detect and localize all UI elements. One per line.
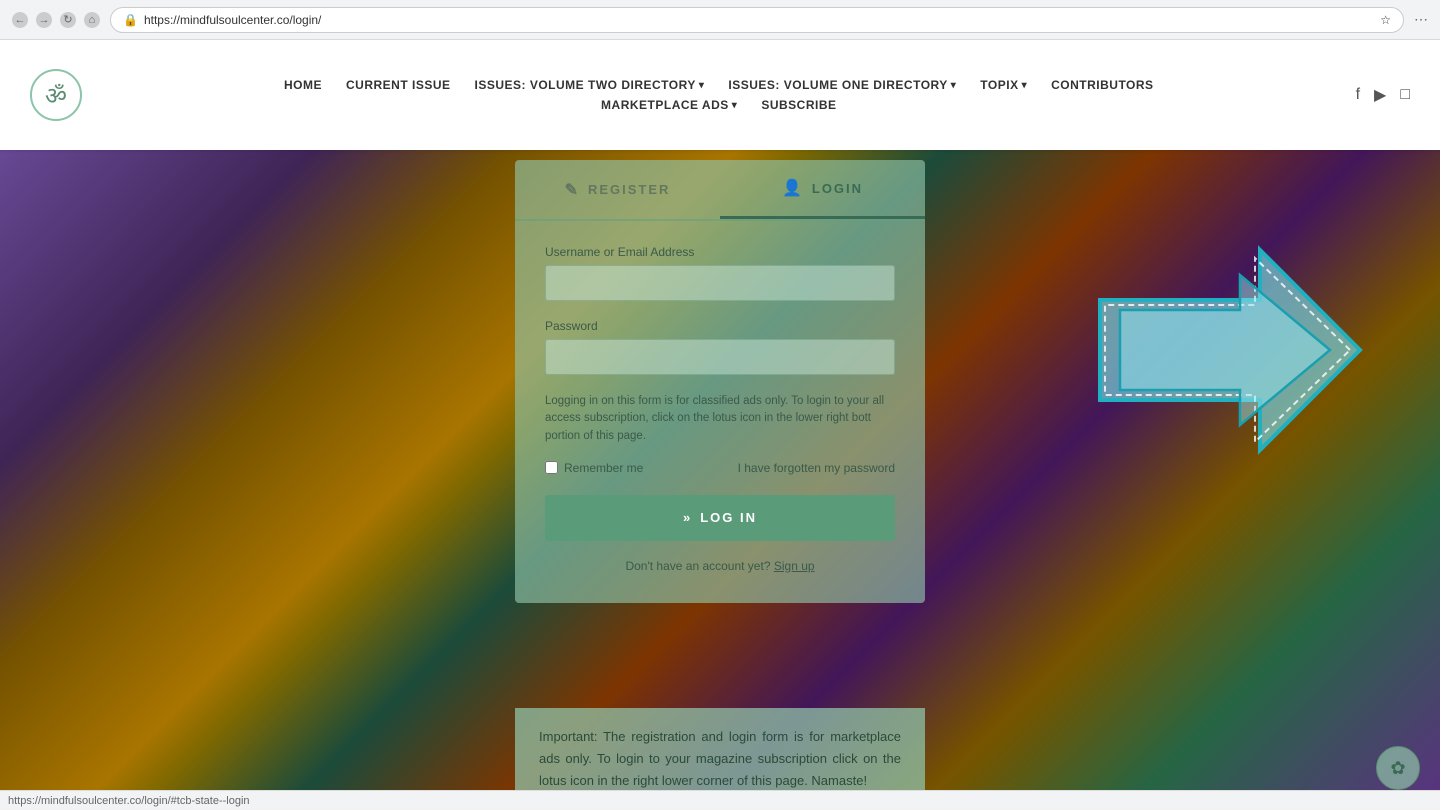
lotus-button[interactable]: ✿	[1376, 746, 1420, 790]
chevron-down-icon: ▾	[699, 80, 705, 91]
youtube-icon[interactable]: ▶	[1374, 85, 1386, 105]
login-btn-icon: »	[683, 510, 692, 525]
tab-register[interactable]: ✎ REGISTER	[515, 162, 720, 218]
home-button[interactable]: ⌂	[84, 12, 100, 28]
register-tab-label: REGISTER	[588, 182, 670, 197]
username-input[interactable]	[545, 265, 895, 301]
forward-button[interactable]: →	[36, 12, 52, 28]
facebook-icon[interactable]: f	[1356, 86, 1360, 104]
tab-login[interactable]: 👤 LOGIN	[720, 160, 925, 219]
bottom-notice-text: Important: The registration and login fo…	[539, 729, 901, 788]
login-modal: ✎ REGISTER 👤 LOGIN Username or Email Add…	[515, 160, 925, 603]
login-button[interactable]: » LOG IN	[545, 495, 895, 541]
arrow-decoration	[1040, 200, 1390, 500]
om-logo[interactable]: ॐ	[30, 69, 82, 121]
browser-nav-controls[interactable]: ← → ↻ ⌂	[12, 12, 100, 28]
extensions-icon[interactable]: ⋯	[1414, 11, 1428, 28]
remember-me-label[interactable]: Remember me	[545, 461, 643, 475]
chevron-down-icon: ▾	[1022, 80, 1028, 91]
nav-current-issue[interactable]: CURRENT ISSUE	[346, 78, 451, 92]
nav-area: HOME CURRENT ISSUE ISSUES: VOLUME TWO DI…	[82, 78, 1356, 112]
site-header: ॐ HOME CURRENT ISSUE ISSUES: VOLUME TWO …	[0, 40, 1440, 150]
browser-chrome: ← → ↻ ⌂ 🔒 https://mindfulsoulcenter.co/l…	[0, 0, 1440, 40]
forgot-password-link[interactable]: I have forgotten my password	[738, 461, 895, 475]
login-btn-label: LOG IN	[700, 510, 757, 525]
nav-subscribe[interactable]: SUBSCRIBE	[761, 98, 836, 112]
register-icon: ✎	[565, 180, 580, 200]
password-input[interactable]	[545, 339, 895, 375]
nav-row-1: HOME CURRENT ISSUE ISSUES: VOLUME TWO DI…	[284, 78, 1154, 92]
logo-area[interactable]: ॐ	[30, 69, 82, 121]
signup-link[interactable]: Sign up	[774, 559, 815, 573]
nav-topix[interactable]: TOPIX ▾	[980, 78, 1027, 92]
status-url: https://mindfulsoulcenter.co/login/#tcb-…	[8, 795, 250, 807]
nav-marketplace[interactable]: MARKETPLACE ADS ▾	[601, 98, 737, 112]
nav-contributors[interactable]: CONTRIBUTORS	[1051, 78, 1153, 92]
lock-icon: 🔒	[123, 13, 138, 27]
login-form: Username or Email Address Password Loggi…	[515, 245, 925, 573]
login-tab-label: LOGIN	[812, 181, 863, 196]
reload-button[interactable]: ↻	[60, 12, 76, 28]
bookmark-icon: ☆	[1380, 13, 1391, 27]
main-content: ✎ REGISTER 👤 LOGIN Username or Email Add…	[0, 150, 1440, 810]
remember-me-checkbox[interactable]	[545, 461, 558, 474]
url-text: https://mindfulsoulcenter.co/login/	[144, 13, 321, 27]
login-notice: Logging in on this form is for classifie…	[545, 393, 895, 445]
instagram-icon[interactable]: □	[1400, 86, 1410, 104]
lotus-icon: ✿	[1390, 758, 1405, 779]
address-bar[interactable]: 🔒 https://mindfulsoulcenter.co/login/ ☆	[110, 7, 1404, 33]
form-check-row: Remember me I have forgotten my password	[545, 461, 895, 475]
back-button[interactable]: ←	[12, 12, 28, 28]
chevron-down-icon: ▾	[732, 100, 738, 111]
social-links: f ▶ □	[1356, 85, 1410, 105]
nav-volume-one[interactable]: ISSUES: VOLUME ONE DIRECTORY ▾	[728, 78, 956, 92]
status-bar: https://mindfulsoulcenter.co/login/#tcb-…	[0, 790, 1440, 810]
nav-volume-two[interactable]: ISSUES: VOLUME TWO DIRECTORY ▾	[475, 78, 705, 92]
browser-toolbar-icons[interactable]: ⋯	[1414, 11, 1428, 28]
chevron-down-icon: ▾	[951, 80, 957, 91]
user-icon: 👤	[782, 178, 804, 198]
nav-home[interactable]: HOME	[284, 78, 322, 92]
modal-tabs: ✎ REGISTER 👤 LOGIN	[515, 160, 925, 221]
signup-link-area: Don't have an account yet? Sign up	[545, 559, 895, 573]
password-label: Password	[545, 319, 895, 333]
signup-text: Don't have an account yet?	[625, 559, 770, 573]
remember-me-text: Remember me	[564, 461, 643, 475]
username-label: Username or Email Address	[545, 245, 895, 259]
nav-row-2: MARKETPLACE ADS ▾ SUBSCRIBE	[601, 98, 836, 112]
